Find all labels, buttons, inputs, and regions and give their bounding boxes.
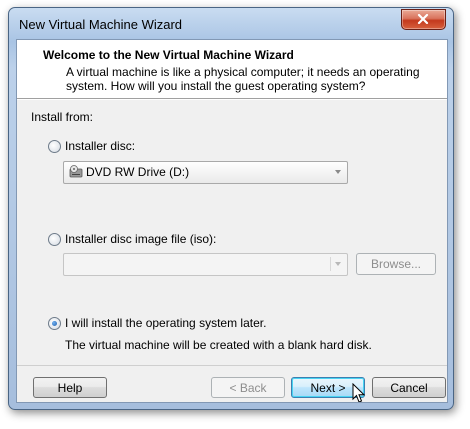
chevron-down-icon [335,262,341,266]
close-icon [417,14,429,24]
disc-drive-select[interactable]: DVD RW Drive (D:) [63,161,348,184]
mouse-cursor-icon [352,383,366,402]
back-button[interactable]: < Back [211,377,285,398]
install-later-radio[interactable] [48,317,61,330]
installer-disc-radio[interactable] [48,140,61,153]
iso-image-label[interactable]: Installer disc image file (iso): [65,232,216,246]
browse-button[interactable]: Browse... [356,253,436,275]
close-button[interactable] [401,9,446,30]
iso-image-radio[interactable] [48,233,61,246]
title-bar[interactable]: New Virtual Machine Wizard [9,8,453,38]
wizard-header: Welcome to the New Virtual Machine Wizar… [17,40,447,99]
install-later-note: The virtual machine will be created with… [65,338,372,352]
wizard-window: New Virtual Machine Wizard Welcome to th… [8,7,454,410]
install-from-label: Install from: [31,110,94,124]
wizard-client-area: Welcome to the New Virtual Machine Wizar… [16,39,448,403]
chevron-down-icon [335,170,341,174]
iso-path-select[interactable] [63,253,348,276]
install-later-label[interactable]: I will install the operating system late… [65,316,266,330]
installer-disc-label[interactable]: Installer disc: [65,139,135,153]
combo-separator [330,257,331,271]
header-description: A virtual machine is like a physical com… [66,65,420,93]
cancel-button[interactable]: Cancel [372,377,446,398]
disc-drive-value: DVD RW Drive (D:) [86,165,190,179]
window-title: New Virtual Machine Wizard [19,17,183,32]
dvd-drive-icon [69,165,83,178]
header-divider [17,99,447,100]
header-title: Welcome to the New Virtual Machine Wizar… [43,48,294,62]
help-button[interactable]: Help [33,377,107,398]
footer-divider [17,365,447,366]
